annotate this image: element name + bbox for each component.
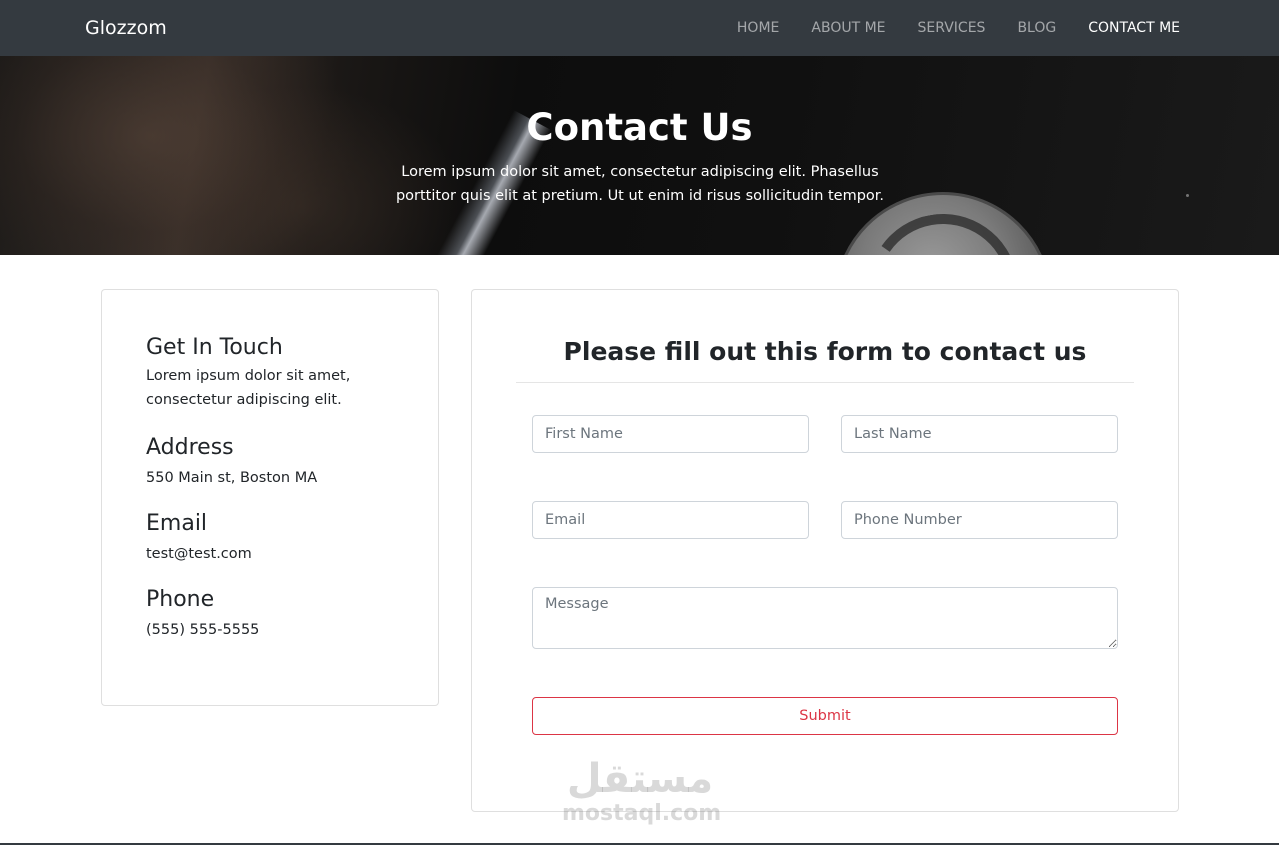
phone-heading: Phone — [146, 587, 215, 612]
submit-button[interactable]: Submit — [532, 697, 1118, 735]
email-text: test@test.com — [146, 546, 252, 562]
address-text: 550 Main st, Boston MA — [146, 470, 318, 486]
message-textarea[interactable] — [532, 587, 1118, 649]
form-title: Please fill out this form to contact us — [563, 337, 1087, 366]
email-section: Email test@test.com — [146, 510, 252, 566]
hero-banner: Contact Us Lorem ipsum dolor sit amet, c… — [0, 56, 1279, 255]
get-in-touch-heading: Get In Touch — [146, 335, 283, 360]
contact-info-card: Get In Touch Lorem ipsum dolor sit amet,… — [101, 289, 439, 706]
nav-link-home[interactable]: HOME — [721, 19, 795, 38]
nav-link-blog[interactable]: BLOG — [1001, 19, 1072, 38]
watermark-text: mostaql.com — [562, 801, 722, 826]
nav-link-about-me[interactable]: ABOUT ME — [795, 19, 901, 38]
form-divider — [516, 382, 1134, 383]
address-heading: Address — [146, 435, 234, 460]
nav-link-services[interactable]: SERVICES — [902, 19, 1002, 38]
contact-form-card: Please fill out this form to contact us … — [471, 289, 1179, 812]
brand-logo-link[interactable]: Glozzom — [85, 16, 167, 40]
last-name-input[interactable] — [841, 415, 1118, 453]
address-section: Address 550 Main st, Boston MA — [146, 434, 317, 490]
phone-number-input[interactable] — [841, 501, 1118, 539]
nav-link-contact-me[interactable]: CONTACT ME — [1072, 19, 1180, 38]
first-name-input[interactable] — [532, 415, 809, 453]
navbar: Glozzom HOME ABOUT ME SERVICES BLOG CONT… — [0, 0, 1279, 56]
hero-description: Lorem ipsum dolor sit amet, consectetur … — [395, 164, 885, 204]
phone-text: (555) 555-5555 — [146, 622, 260, 638]
get-in-touch-text: Lorem ipsum dolor sit amet, consectetur … — [146, 368, 351, 408]
get-in-touch-section: Get In Touch Lorem ipsum dolor sit amet,… — [146, 334, 406, 412]
nav-links: HOME ABOUT ME SERVICES BLOG CONTACT ME — [721, 19, 1180, 38]
hero-background-dot — [1186, 194, 1189, 197]
email-input[interactable] — [532, 501, 809, 539]
watermark-logo: مستقل — [566, 756, 714, 802]
email-heading: Email — [146, 511, 208, 536]
phone-section: Phone (555) 555-5555 — [146, 586, 259, 642]
page-title: Contact Us — [526, 106, 753, 149]
